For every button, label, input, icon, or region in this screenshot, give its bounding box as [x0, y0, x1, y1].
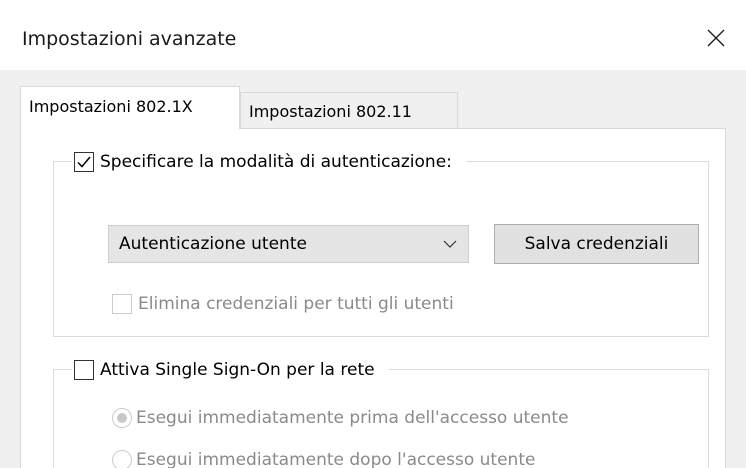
sso-option-before-logon[interactable]: Esegui immediatamente prima dell'accesso…	[112, 408, 569, 428]
radio-after-logon[interactable]	[112, 450, 132, 468]
delete-credentials-row: Elimina credenziali per tutti gli utenti	[112, 294, 454, 314]
sso-option-before-label: Esegui immediatamente prima dell'accesso…	[136, 408, 569, 428]
tab-802-11[interactable]: Impostazioni 802.11	[240, 92, 458, 128]
tab-802-1x[interactable]: Impostazioni 802.1X	[20, 86, 240, 129]
title-bar: Impostazioni avanzate	[0, 0, 746, 70]
radio-before-logon[interactable]	[112, 408, 132, 428]
chevron-down-icon	[443, 240, 457, 248]
radio-selected-dot	[117, 413, 127, 423]
save-credentials-button[interactable]: Salva credenziali	[494, 224, 699, 264]
auth-mode-group: Specificare la modalità di autenticazion…	[53, 147, 709, 337]
sso-checkbox[interactable]	[74, 360, 94, 380]
sso-group: Attiva Single Sign-On per la rete Esegui…	[53, 355, 709, 468]
delete-credentials-checkbox[interactable]	[112, 294, 132, 314]
delete-credentials-label: Elimina credenziali per tutti gli utenti	[138, 294, 454, 314]
sso-option-after-logon[interactable]: Esegui immediatamente dopo l'accesso ute…	[112, 450, 535, 468]
sso-label: Attiva Single Sign-On per la rete	[100, 360, 375, 380]
checkmark-icon	[77, 156, 91, 168]
tab-panel-802-1x: Specificare la modalità di autenticazion…	[20, 128, 726, 468]
sso-option-after-label: Esegui immediatamente dopo l'accesso ute…	[136, 450, 536, 468]
close-icon	[707, 29, 725, 47]
auth-mode-checkbox[interactable]	[74, 152, 94, 172]
close-button[interactable]	[694, 18, 738, 58]
window-title: Impostazioni avanzate	[22, 28, 237, 50]
auth-mode-legend: Specificare la modalità di autenticazion…	[72, 147, 466, 177]
auth-mode-select-value: Autenticazione utente	[119, 234, 307, 254]
auth-mode-label: Specificare la modalità di autenticazion…	[100, 152, 452, 172]
auth-mode-select[interactable]: Autenticazione utente	[108, 225, 469, 263]
dialog-client-area: Impostazioni 802.1X Impostazioni 802.11 …	[0, 70, 746, 468]
sso-legend: Attiva Single Sign-On per la rete	[72, 355, 389, 385]
